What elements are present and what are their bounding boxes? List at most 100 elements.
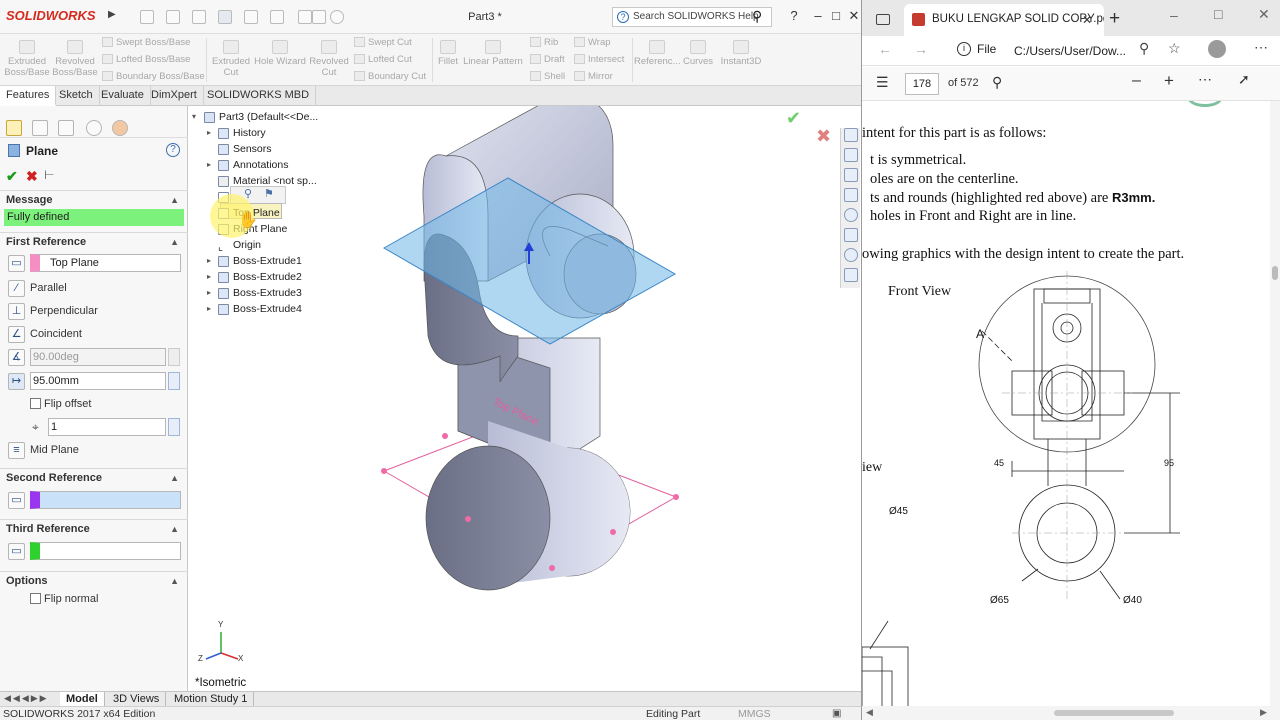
- ok-check-icon[interactable]: ✔: [6, 168, 18, 185]
- tree-expand-icon[interactable]: ▸: [207, 160, 211, 169]
- pdf-search-icon[interactable]: ⚲: [992, 74, 1002, 91]
- open-icon[interactable]: [166, 10, 180, 24]
- options-header[interactable]: Options ▲: [0, 571, 188, 589]
- graphics-area[interactable]: ⚲ ⚲ ↶ ▣: [188, 106, 862, 691]
- instances-field[interactable]: 1: [48, 418, 166, 436]
- pdf-horizontal-scrollbar[interactable]: ◀ ▶: [862, 706, 1280, 720]
- revolved-cut-button[interactable]: Revolved Cut: [308, 40, 350, 78]
- mirror-button[interactable]: Mirror: [574, 68, 613, 85]
- parallel-option[interactable]: Parallel: [30, 278, 67, 298]
- tree-expand-icon[interactable]: ▸: [207, 128, 211, 137]
- plane-handle[interactable]: [442, 433, 448, 439]
- offset-distance-icon[interactable]: ↦: [8, 373, 25, 390]
- tree-root[interactable]: Part3 (Default<<De...: [204, 110, 318, 124]
- file-props-icon[interactable]: [312, 10, 326, 24]
- select-icon[interactable]: [270, 10, 284, 24]
- save-icon[interactable]: [192, 10, 206, 24]
- tab-scroll-arrows-icon[interactable]: ◀◀◀▶▶: [4, 693, 49, 704]
- property-manager-icon[interactable]: [32, 120, 48, 136]
- tree-item-sensors[interactable]: Sensors: [218, 142, 272, 156]
- community-icon[interactable]: [844, 248, 858, 262]
- second-reference-header[interactable]: Second Reference ▲: [0, 468, 188, 486]
- instant3d-button[interactable]: Instant3D: [718, 40, 764, 67]
- third-reference-field[interactable]: [30, 542, 181, 560]
- extruded-cut-button[interactable]: Extruded Cut: [210, 40, 252, 78]
- forward-icon[interactable]: →: [914, 41, 928, 57]
- site-info-icon[interactable]: i: [957, 42, 971, 56]
- close-icon[interactable]: ✕: [846, 8, 861, 24]
- tab-features[interactable]: Features: [0, 86, 57, 106]
- tree-expand-icon[interactable]: ▸: [207, 304, 211, 313]
- browser-close-icon[interactable]: ✕: [1258, 6, 1270, 23]
- tree-item-boss-extrude4[interactable]: Boss-Extrude4: [218, 302, 302, 316]
- browser-restore-icon[interactable]: □: [1214, 6, 1222, 22]
- tab-dimxpert[interactable]: DimXpert: [145, 86, 204, 106]
- shell-button[interactable]: Shell: [530, 68, 565, 85]
- model-canvas[interactable]: [188, 106, 862, 691]
- restore-icon[interactable]: □: [828, 8, 844, 24]
- intersect-button[interactable]: Intersect: [574, 51, 624, 68]
- scroll-right-icon[interactable]: ▶: [1260, 707, 1267, 718]
- wrap-button[interactable]: Wrap: [574, 34, 611, 51]
- pdf-vertical-scrollbar[interactable]: [1270, 101, 1280, 706]
- mid-plane-option[interactable]: Mid Plane: [30, 440, 79, 460]
- minimize-icon[interactable]: –: [810, 8, 826, 24]
- tab-solidworks-mbd[interactable]: SOLIDWORKS MBD: [201, 86, 317, 106]
- lofted-boss-button[interactable]: Lofted Boss/Base: [102, 51, 190, 68]
- help-search-input[interactable]: ? Search SOLIDWORKS Help: [612, 7, 772, 27]
- browser-minimize-icon[interactable]: –: [1170, 7, 1178, 23]
- scroll-left-icon[interactable]: ◀: [866, 707, 873, 718]
- third-reference-header[interactable]: Third Reference ▲: [0, 519, 188, 537]
- second-reference-field[interactable]: [30, 491, 181, 509]
- plane-handle[interactable]: [381, 468, 387, 474]
- distance-spinner[interactable]: [168, 372, 180, 390]
- first-reference-header[interactable]: First Reference ▲: [0, 232, 188, 250]
- tab-evaluate[interactable]: Evaluate: [95, 86, 151, 106]
- tree-item-boss-extrude3[interactable]: Boss-Extrude3: [218, 286, 302, 300]
- address-bar[interactable]: C:/Users/User/Dow...: [1014, 39, 1224, 63]
- resources-icon[interactable]: [844, 148, 858, 162]
- coincident-icon[interactable]: ∠: [8, 326, 25, 343]
- tab-actions-icon[interactable]: [876, 14, 890, 25]
- pin-toolbar-icon[interactable]: ➚: [1238, 71, 1250, 88]
- cancel-x-icon[interactable]: ✖: [26, 168, 38, 185]
- swept-cut-button[interactable]: Swept Cut: [354, 34, 412, 51]
- perpendicular-option[interactable]: Perpendicular: [30, 301, 98, 321]
- boundary-boss-button[interactable]: Boundary Boss/Base: [102, 68, 205, 85]
- avatar[interactable]: [1208, 40, 1226, 58]
- back-icon[interactable]: ←: [878, 41, 892, 57]
- status-units[interactable]: MMGS: [738, 708, 771, 720]
- browser-tab-pdf[interactable]: BUKU LENGKAP SOLID COPY.pdf: [904, 4, 1104, 36]
- tree-item-origin[interactable]: ⌞ Origin: [218, 238, 261, 253]
- first-reference-field[interactable]: Top Plane: [30, 254, 181, 272]
- search-icon[interactable]: ⚲: [752, 8, 762, 25]
- tree-item-boss-extrude1[interactable]: Boss-Extrude1: [218, 254, 302, 268]
- status-message-icon[interactable]: ▣: [832, 707, 841, 720]
- reference-geometry-button[interactable]: Referenc...: [634, 40, 680, 67]
- perpendicular-icon[interactable]: ⊥: [8, 303, 25, 320]
- dimxpert-manager-icon[interactable]: [86, 120, 102, 136]
- print-icon[interactable]: [218, 10, 232, 24]
- zoom-out-icon[interactable]: –: [1132, 72, 1141, 90]
- linear-pattern-button[interactable]: Linear Pattern: [462, 40, 524, 67]
- design-library-icon[interactable]: [844, 168, 858, 182]
- pushpin-icon[interactable]: ⊢: [44, 168, 54, 182]
- menu-expand-icon[interactable]: ▶: [108, 9, 116, 20]
- angle-field[interactable]: 90.00deg: [30, 348, 166, 366]
- feature-manager-icon[interactable]: [6, 120, 22, 136]
- contents-icon[interactable]: ☰: [876, 74, 889, 91]
- tab-close-icon[interactable]: ✕: [1082, 13, 1092, 27]
- angle-spinner[interactable]: [168, 348, 180, 366]
- display-manager-icon[interactable]: [112, 120, 128, 136]
- extruded-boss-button[interactable]: Extruded Boss/Base: [4, 40, 50, 78]
- scroll-thumb[interactable]: [1272, 266, 1278, 280]
- flip-normal-checkbox[interactable]: [30, 593, 41, 604]
- plane-handle[interactable]: [673, 494, 679, 500]
- hole-wizard-button[interactable]: Hole Wizard: [252, 40, 308, 67]
- help-button[interactable]: ?: [786, 8, 802, 24]
- tree-expand-icon[interactable]: ▸: [207, 288, 211, 297]
- tab-sketch[interactable]: Sketch: [53, 86, 100, 106]
- confirm-ok-icon[interactable]: ✔: [786, 108, 801, 129]
- configuration-manager-icon[interactable]: [58, 120, 74, 136]
- tree-item-history[interactable]: History: [218, 126, 266, 140]
